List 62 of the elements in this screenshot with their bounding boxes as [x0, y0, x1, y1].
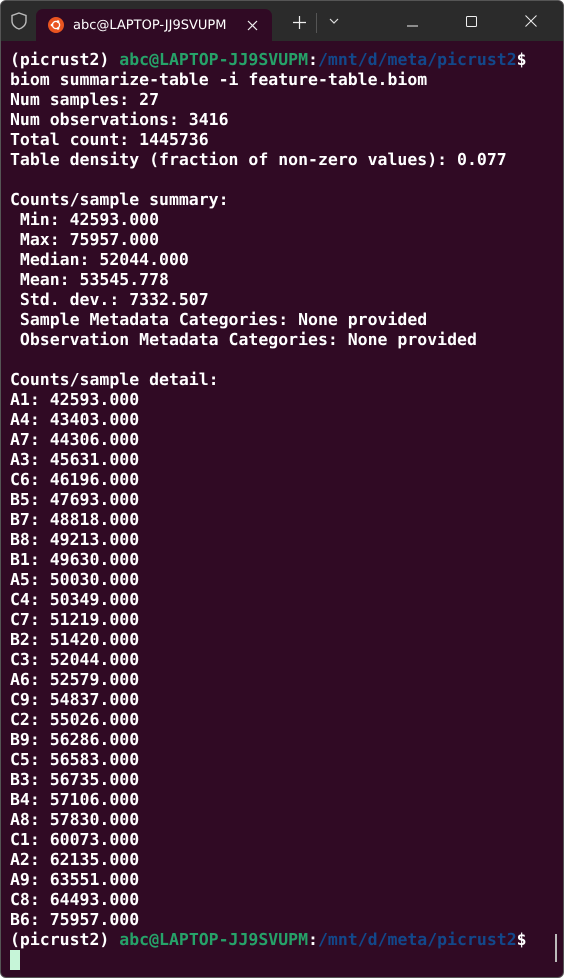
output-line: C7: 51219.000 [10, 610, 140, 629]
prompt-env: (picrust2) [10, 930, 110, 949]
output-line: Observation Metadata Categories: None provided [18, 330, 477, 349]
prompt-env: (picrust2) [10, 50, 110, 69]
terminal-tab[interactable]: abc@LAPTOP-JJ9SVUPM [36, 9, 272, 41]
output-line: B5: 47693.000 [10, 490, 140, 509]
prompt-separator: : [308, 50, 318, 69]
chevron-down-icon[interactable] [329, 18, 339, 24]
output-line: Counts/sample detail: [10, 370, 219, 389]
output-line: B2: 51420.000 [10, 630, 140, 649]
output-line: C3: 52044.000 [10, 650, 140, 669]
output-line: B6: 75957.000 [10, 910, 140, 929]
output-line: biom summarize-table -i feature-table.biom [10, 70, 428, 89]
output-line: C4: 50349.000 [10, 590, 140, 609]
output-line: C1: 60073.000 [10, 830, 140, 849]
output-line: Counts/sample summary: [10, 190, 229, 209]
new-tab-icon[interactable] [293, 16, 306, 29]
prompt-symbol: $ [516, 930, 527, 949]
output-line: B4: 57106.000 [10, 790, 140, 809]
output-line: A9: 63551.000 [10, 870, 140, 889]
output-line: C5: 56583.000 [10, 750, 140, 769]
prompt-user-host: abc@LAPTOP-JJ9SVUPM [119, 50, 308, 69]
output-line: A4: 43403.000 [10, 410, 140, 429]
output-line: A5: 50030.000 [10, 570, 140, 589]
ubuntu-icon [48, 17, 64, 33]
output-line: C8: 64493.000 [10, 890, 140, 909]
output-line: C9: 54837.000 [10, 690, 140, 709]
close-tab-icon[interactable] [247, 20, 258, 30]
output-line: Table density (fraction of non-zero values): 0.077 [10, 150, 507, 169]
output-line: A2: 62135.000 [10, 850, 140, 869]
output-line: B1: 49630.000 [10, 550, 140, 569]
output-line: Num observations: 3416 [10, 110, 229, 129]
output-line: Max: 75957.000 [18, 230, 160, 249]
maximize-icon[interactable] [466, 16, 477, 27]
output-line: A1: 42593.000 [10, 390, 140, 409]
prompt-path: /mnt/d/meta/picrust2 [318, 50, 517, 69]
output-line: Min: 42593.000 [18, 210, 160, 229]
output-line: Total count: 1445736 [10, 130, 209, 149]
output-line: B3: 56735.000 [10, 770, 140, 789]
minimize-icon[interactable] [407, 25, 418, 27]
output-line: Median: 52044.000 [18, 250, 189, 269]
prompt-symbol: $ [516, 50, 527, 69]
output-line: C2: 55026.000 [10, 710, 140, 729]
output-line: Sample Metadata Categories: None provided [18, 310, 428, 329]
prompt-path: /mnt/d/meta/picrust2 [318, 930, 517, 949]
scrollbar[interactable] [555, 934, 557, 962]
prompt-separator: : [308, 930, 318, 949]
output-line: Std. dev.: 7332.507 [18, 290, 209, 309]
close-icon[interactable] [525, 15, 537, 27]
output-line: A7: 44306.000 [10, 430, 140, 449]
cursor-icon [10, 950, 20, 970]
output-line: A3: 45631.000 [10, 450, 140, 469]
output-line: C6: 46196.000 [10, 470, 140, 489]
output-line: A8: 57830.000 [10, 810, 140, 829]
output-line: B8: 49213.000 [10, 530, 140, 549]
output-line: B7: 48818.000 [10, 510, 140, 529]
output-line: Mean: 53545.778 [18, 270, 169, 289]
shield-icon[interactable] [11, 12, 27, 30]
output-line: A6: 52579.000 [10, 670, 140, 689]
output-line: B9: 56286.000 [10, 730, 140, 749]
prompt-user-host: abc@LAPTOP-JJ9SVUPM [119, 930, 308, 949]
output-line: Num samples: 27 [10, 90, 160, 109]
